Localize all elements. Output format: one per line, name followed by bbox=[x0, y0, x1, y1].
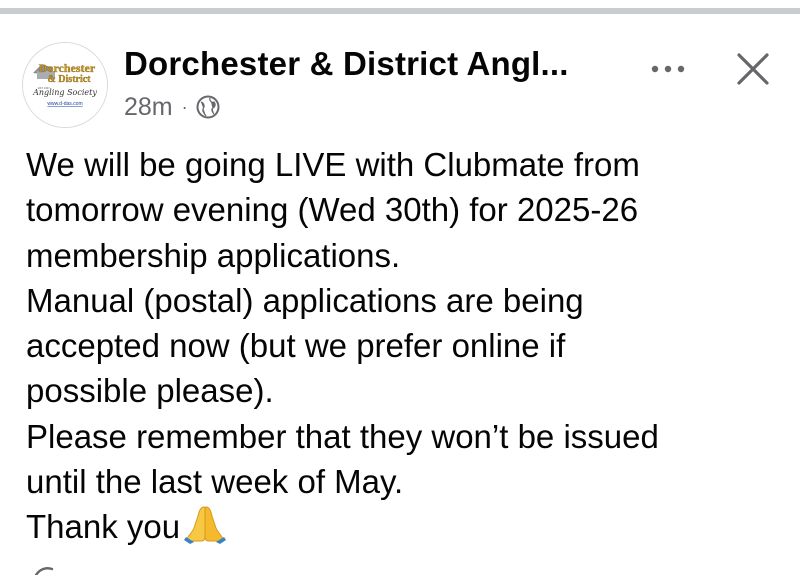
post-body-line: accepted now (but we prefer online if bbox=[26, 327, 566, 365]
avatar[interactable]: Dorchester & District EST. 1907 Angling … bbox=[22, 42, 108, 128]
post-meta: 28m · bbox=[124, 90, 220, 124]
partial-icon bbox=[32, 562, 58, 577]
post-closing-text: Thank you bbox=[26, 508, 181, 546]
post-body-line: We will be going LIVE with Clubmate from bbox=[26, 146, 640, 183]
logo-url: www.d-das.com bbox=[47, 101, 82, 107]
post-body-line: possible please). bbox=[26, 372, 274, 410]
post-body-line: Please remember that they won’t be issue… bbox=[26, 417, 659, 455]
close-button[interactable] bbox=[728, 44, 778, 94]
more-options-icon bbox=[651, 65, 685, 73]
post-body-line: Manual (postal) applications are being bbox=[26, 281, 584, 319]
logo-text-line2: & District bbox=[47, 74, 91, 85]
close-icon bbox=[737, 53, 769, 85]
post-body: We will be going LIVE with Clubmate from… bbox=[26, 142, 786, 556]
globe-icon bbox=[196, 95, 220, 119]
more-options-button[interactable] bbox=[640, 52, 696, 86]
post-body-line: until the last week of May. bbox=[26, 463, 404, 501]
logo-text-line1: Dorchester bbox=[39, 61, 96, 75]
facebook-post: Dorchester & District EST. 1907 Angling … bbox=[0, 14, 800, 577]
page-name-link[interactable]: Dorchester & District Angl... bbox=[124, 45, 569, 83]
meta-separator: · bbox=[181, 96, 188, 117]
club-logo: Dorchester & District EST. 1907 Angling … bbox=[23, 43, 107, 127]
post-body-line: tomorrow evening (Wed 30th) for 2025-26 bbox=[26, 191, 639, 229]
post-closing-line: Thank you bbox=[26, 504, 786, 555]
post-timestamp[interactable]: 28m bbox=[124, 93, 173, 122]
feed-divider bbox=[0, 0, 800, 14]
post-body-line: membership applications. bbox=[26, 236, 401, 274]
folded-hands-icon bbox=[184, 504, 227, 555]
logo-script: Angling Society bbox=[32, 88, 97, 97]
